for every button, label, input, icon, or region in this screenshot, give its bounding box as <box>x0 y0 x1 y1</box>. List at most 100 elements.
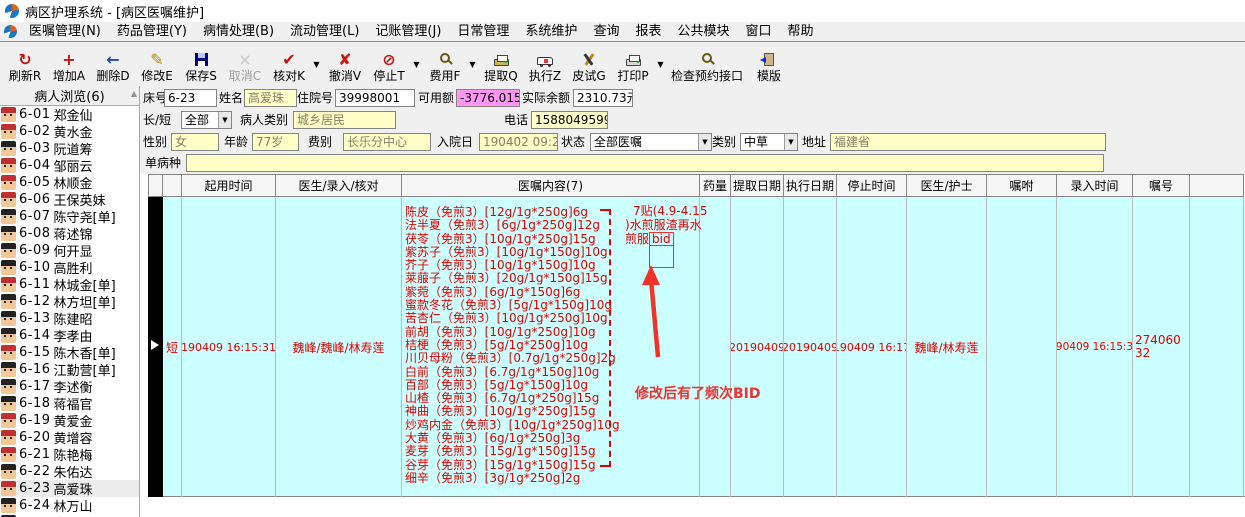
skin-test-button[interactable]: 皮试G <box>567 44 611 84</box>
type-dropdown-icon[interactable]: ▼ <box>784 134 797 150</box>
cell-entry-time[interactable]: 190409 16:15:30 <box>1057 197 1133 497</box>
app-window: 病区护理系统 - [病区医嘱维护] 医嘱管理(N) 药品管理(Y) 病情处理(B) 流… <box>0 0 1245 517</box>
patient-list-item[interactable]: 6-01 郑金仙 <box>0 106 139 124</box>
address-field[interactable]: 福建省 <box>830 133 1106 151</box>
undo-button[interactable]: ✘ 撤消V <box>323 44 367 84</box>
menu-item[interactable]: 日常管理 <box>449 24 517 39</box>
patient-list-item[interactable]: 6-02 黄水金 <box>0 123 139 141</box>
cell-remark[interactable] <box>987 197 1057 497</box>
patient-list-item[interactable]: 6-04 邹丽云 <box>0 157 139 175</box>
patient-list-item[interactable]: 6-24 林万山 <box>0 497 139 515</box>
refresh-label: 刷新R <box>8 69 42 83</box>
menu-item[interactable]: 帮助 <box>780 24 822 39</box>
phone-field[interactable]: 15880495998 <box>531 111 608 129</box>
patient-list-item[interactable]: 6-16 江勤营[单] <box>0 361 139 379</box>
template-button[interactable]: 模版 <box>747 44 791 84</box>
col-header-remark: 嘱咐 <box>987 174 1057 197</box>
patient-list-item[interactable]: 6-22 朱佑达 <box>0 463 139 481</box>
cell-duration[interactable]: 短 <box>163 197 182 497</box>
cell-stop-time[interactable]: 190409 16:17 <box>837 197 907 497</box>
menu-item[interactable]: 药品管理(Y) <box>109 24 195 39</box>
check-button[interactable]: ✔ 核对K <box>267 44 311 84</box>
patient-list-item[interactable]: 6-15 陈木香[单] <box>0 344 139 362</box>
menu-item[interactable]: 报表 <box>627 24 669 39</box>
cell-doctor-entry-check[interactable]: 魏峰/魏峰/林寿莲 <box>276 197 402 497</box>
cell-order-no[interactable]: 27406032 <box>1133 197 1190 497</box>
patient-list-item[interactable]: 6-10 高胜利 <box>0 259 139 277</box>
menu-item[interactable]: 窗口 <box>737 24 779 39</box>
patient-info-panel: 床号 6-23 姓名 高爱珠 住院号 39998001 可用额 -3776.01… <box>140 86 1245 174</box>
patient-list-item[interactable]: 6-18 蒋福官 <box>0 395 139 413</box>
cell-extract-date[interactable]: 20190409 <box>731 197 784 497</box>
patient-list-item[interactable]: 6-14 李孝由 <box>0 327 139 345</box>
patient-avatar-icon <box>1 413 16 428</box>
patient-list-item[interactable]: 6-06 王保英妹 <box>0 191 139 209</box>
medicine-line: 谷芽（免煎3）[15g/1g*150g]15g <box>405 457 596 472</box>
fee-button[interactable]: 费用F <box>423 44 467 84</box>
duration-select[interactable]: 全部 ▼ <box>181 111 232 129</box>
patient-list-item[interactable]: 6-12 林方坦[单] <box>0 293 139 311</box>
title-bar: 病区护理系统 - [病区医嘱维护] <box>0 0 1245 22</box>
category-field[interactable]: 城乡居民 <box>293 111 396 129</box>
menu-item[interactable]: 记账管理(J) <box>367 24 449 39</box>
patient-list-item[interactable]: 6-23 高爱珠 <box>0 480 139 498</box>
age-field[interactable]: 77岁 <box>252 133 299 151</box>
available-amount-field[interactable]: -3776.015 <box>456 89 520 107</box>
execute-button[interactable]: 执行Z <box>523 44 567 84</box>
refresh-button[interactable]: ↻ 刷新R <box>3 44 47 84</box>
check-appointment-interface-button[interactable]: 检查预约接口 <box>667 44 747 84</box>
cell-start-time[interactable]: 190409 16:15:31 <box>182 197 276 497</box>
admission-no-label: 住院号 <box>297 91 334 105</box>
patient-bed: 6-24 <box>19 498 51 513</box>
status-label: 状态 <box>561 135 586 149</box>
patient-list-item[interactable]: 6-19 黄爱金 <box>0 412 139 430</box>
modify-button[interactable]: ✎ 修改E <box>135 44 179 84</box>
patient-list-item[interactable]: 6-08 蒋述锦 <box>0 225 139 243</box>
status-dropdown-icon[interactable]: ▼ <box>698 134 711 150</box>
admit-date-field[interactable]: 190402 09:26 <box>479 133 558 151</box>
menu-item[interactable]: 系统维护 <box>517 24 585 39</box>
patient-list-item[interactable]: 6-05 林顺金 <box>0 174 139 192</box>
fee-dropdown-caret[interactable]: ▼ <box>467 44 478 84</box>
cell-doctor-nurse[interactable]: 魏峰/林寿莲 <box>907 197 987 497</box>
single-disease-field[interactable] <box>186 154 1104 172</box>
patient-list-item[interactable]: 6-09 何开显 <box>0 242 139 260</box>
stop-dropdown-caret[interactable]: ▼ <box>411 44 422 84</box>
cell-execute-date[interactable]: 20190409 <box>784 197 837 497</box>
duration-dropdown-icon[interactable]: ▼ <box>218 112 231 128</box>
add-button[interactable]: + 增加A <box>47 44 91 84</box>
scroll-up-icon[interactable]: ▲ <box>131 89 137 98</box>
type-select[interactable]: 中草 ▼ <box>740 133 798 151</box>
patient-list-item[interactable]: 6-13 陈建昭 <box>0 310 139 328</box>
admission-no-field[interactable]: 39998001 <box>335 89 415 107</box>
category-label: 病人类别 <box>240 113 289 127</box>
patient-list-item[interactable]: 6-21 陈艳梅 <box>0 446 139 464</box>
patient-list-item[interactable]: 6-03 阮道筹 <box>0 140 139 158</box>
extract-button[interactable]: 提取Q <box>479 44 523 84</box>
cell-order-content[interactable]: 陈皮（免煎3）[12g/1g*250g]6g 法半夏（免煎3）[6g/1g*25… <box>402 197 700 497</box>
menu-item[interactable]: 公共模块 <box>669 24 737 39</box>
menu-item[interactable]: 查询 <box>585 24 627 39</box>
patient-list-item[interactable]: 6-20 黄增容 <box>0 429 139 447</box>
balance-field[interactable]: 2310.73元 <box>573 89 633 107</box>
fee-type-label: 费别 <box>308 135 333 149</box>
menu-item[interactable]: 病情处理(B) <box>195 24 282 39</box>
name-field[interactable]: 高爱珠 <box>244 89 297 107</box>
cell-dose[interactable] <box>700 197 731 497</box>
print-dropdown-caret[interactable]: ▼ <box>655 44 666 84</box>
patient-list-item[interactable]: 6-17 李述衡 <box>0 378 139 396</box>
patient-list-item[interactable]: 6-07 陈守尧[单] <box>0 208 139 226</box>
status-select[interactable]: 全部医嘱 ▼ <box>590 133 712 151</box>
gender-field[interactable]: 女 <box>171 133 219 151</box>
menu-item[interactable]: 流动管理(L) <box>282 24 367 39</box>
save-button[interactable]: 保存S <box>179 44 223 84</box>
delete-button[interactable]: ← 删除D <box>91 44 135 84</box>
fee-type-field[interactable]: 长乐分中心 <box>343 133 431 151</box>
toolbar: ↻ 刷新R + 增加A ← 删除D ✎ 修改E 保存S × 取消C ✔ 核对K … <box>0 42 1245 86</box>
patient-list-item[interactable]: 6-11 林城金[单] <box>0 276 139 294</box>
stop-button[interactable]: ⊘ 停止T <box>367 44 411 84</box>
check-dropdown-caret[interactable]: ▼ <box>311 44 322 84</box>
print-button[interactable]: 打印P <box>611 44 655 84</box>
bed-field[interactable]: 6-23 <box>164 89 217 107</box>
menu-item[interactable]: 医嘱管理(N) <box>21 24 109 39</box>
